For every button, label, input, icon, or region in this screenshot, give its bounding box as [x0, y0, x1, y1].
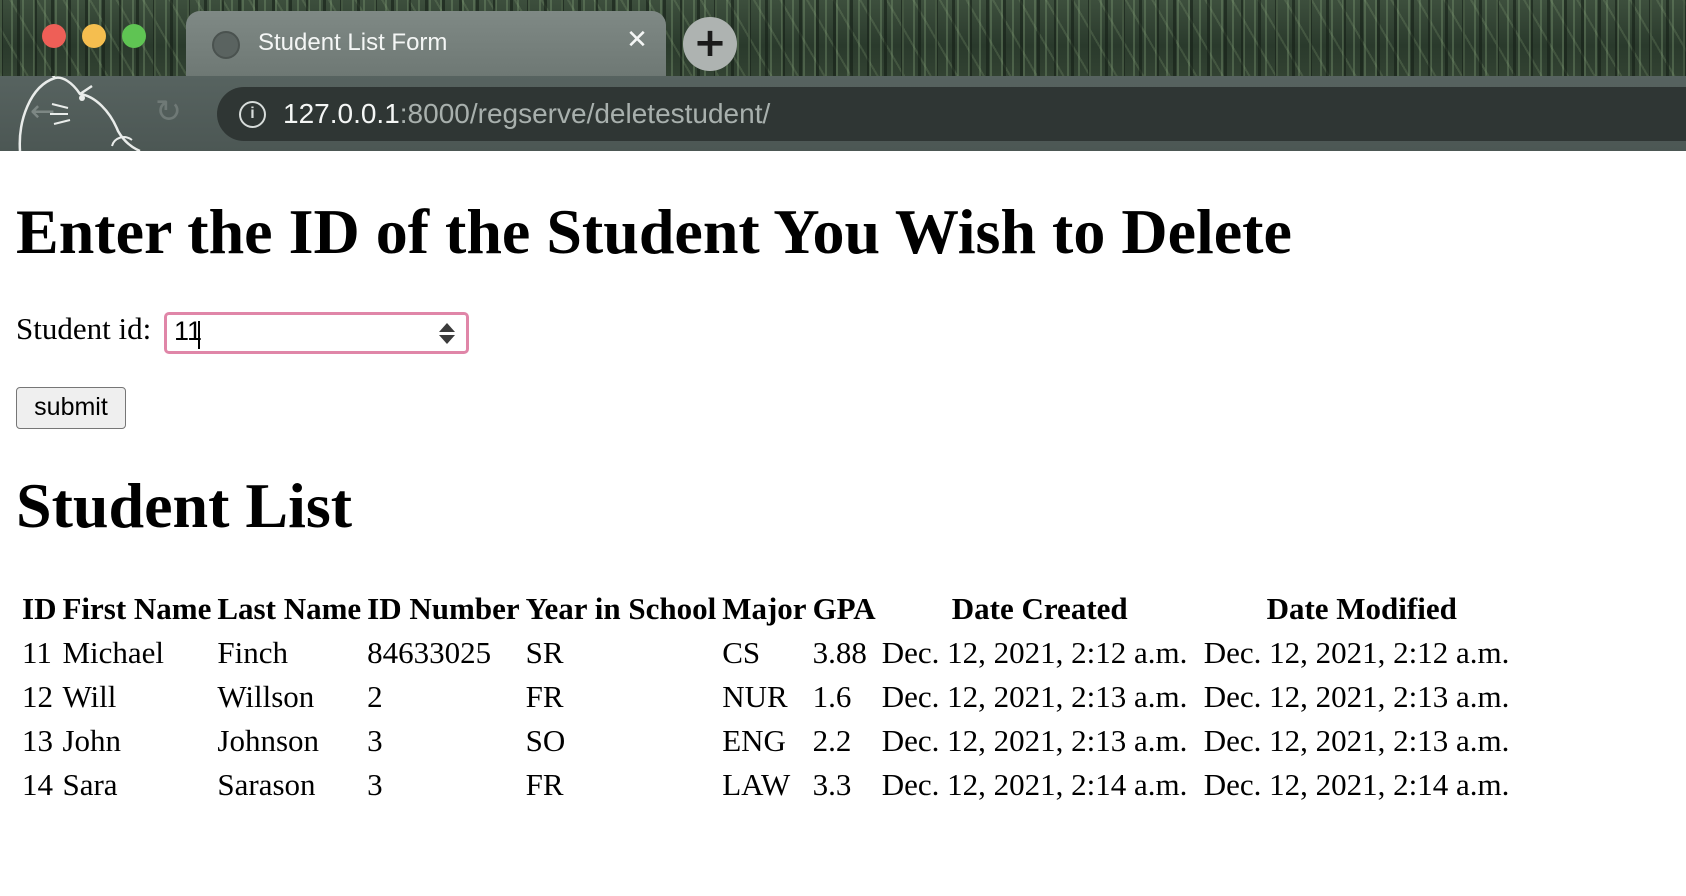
cell-first-name: Sara — [62, 767, 118, 802]
cell-id: 12 — [22, 679, 53, 714]
student-list-heading: Student List — [16, 470, 353, 541]
cell-date-created: Dec. 12, 2021, 2:13 a.m. — [881, 723, 1188, 758]
student-id-label: Student id: — [16, 311, 152, 346]
cell-gpa: 1.6 — [812, 679, 852, 714]
maximize-window-button[interactable] — [122, 24, 146, 48]
browser-toolbar: ← ↻ i 127.0.0.1:8000/regserve/deletestud… — [0, 76, 1686, 151]
cell-date-created: Dec. 12, 2021, 2:13 a.m. — [881, 679, 1188, 714]
cell-gpa: 3.88 — [812, 635, 867, 670]
spin-up-icon[interactable] — [439, 323, 455, 332]
column-header-last-name: Last Name — [217, 591, 362, 626]
url-path: :8000/regserve/deletestudent/ — [399, 98, 771, 129]
cell-last-name: Finch — [217, 635, 288, 670]
cell-id-number: 3 — [367, 723, 383, 758]
cell-first-name: Will — [62, 679, 117, 714]
number-spinner[interactable] — [435, 321, 459, 347]
cell-major: LAW — [722, 767, 791, 802]
table-row: 11 Michael Finch 84633025 SR CS 3.88 Dec… — [22, 632, 1520, 674]
cell-last-name: Willson — [217, 679, 315, 714]
cell-date-modified: Dec. 12, 2021, 2:13 a.m. — [1203, 679, 1510, 714]
cell-year: FR — [525, 767, 564, 802]
back-arrow-icon[interactable]: ← — [30, 94, 55, 129]
column-header-year: Year in School — [525, 591, 717, 626]
tab-title: Student List Form — [258, 29, 448, 56]
tab-strip: Student List Form ✕ + — [0, 0, 1686, 77]
cell-year: FR — [525, 679, 564, 714]
cell-date-modified: Dec. 12, 2021, 2:14 a.m. — [1203, 767, 1510, 802]
column-header-gpa: GPA — [812, 591, 876, 626]
url-text[interactable]: 127.0.0.1:8000/regserve/deletestudent/ — [283, 98, 770, 130]
cell-year: SR — [525, 635, 564, 670]
cell-id: 14 — [22, 767, 53, 802]
close-window-button[interactable] — [42, 24, 66, 48]
new-tab-button[interactable]: + — [683, 17, 737, 71]
cell-id-number: 2 — [367, 679, 383, 714]
column-header-date-created: Date Created — [951, 591, 1128, 626]
cell-date-created: Dec. 12, 2021, 2:14 a.m. — [881, 767, 1188, 802]
close-icon[interactable]: ✕ — [622, 25, 652, 55]
cell-date-modified: Dec. 12, 2021, 2:12 a.m. — [1203, 635, 1510, 670]
submit-button[interactable]: submit — [16, 387, 126, 429]
address-bar[interactable]: i 127.0.0.1:8000/regserve/deletestudent/ — [217, 87, 1686, 141]
cell-gpa: 3.3 — [812, 767, 852, 802]
cell-date-created: Dec. 12, 2021, 2:12 a.m. — [881, 635, 1188, 670]
spin-down-icon[interactable] — [439, 335, 455, 344]
minimize-window-button[interactable] — [82, 24, 106, 48]
student-table: ID First Name Last Name ID Number Year i… — [16, 586, 1526, 808]
table-header-row: ID First Name Last Name ID Number Year i… — [22, 588, 1520, 630]
cell-year: SO — [525, 723, 566, 758]
cell-major: ENG — [722, 723, 786, 758]
cell-major: NUR — [722, 679, 788, 714]
cell-id: 13 — [22, 723, 53, 758]
cell-last-name: Sarason — [217, 767, 316, 802]
cell-major: CS — [722, 635, 761, 670]
table-row: 13 John Johnson 3 SO ENG 2.2 Dec. 12, 20… — [22, 720, 1520, 762]
globe-icon — [212, 31, 240, 59]
cell-date-modified: Dec. 12, 2021, 2:13 a.m. — [1203, 723, 1510, 758]
reload-icon[interactable]: ↻ — [155, 92, 182, 130]
table-row: 14 Sara Sarason 3 FR LAW 3.3 Dec. 12, 20… — [22, 764, 1520, 806]
active-tab[interactable]: Student List Form ✕ — [186, 11, 666, 77]
page-content: Enter the ID of the Student You Wish to … — [0, 151, 1686, 896]
column-header-date-modified: Date Modified — [1266, 591, 1457, 626]
table-row: 12 Will Willson 2 FR NUR 1.6 Dec. 12, 20… — [22, 676, 1520, 718]
column-header-id-number: ID Number — [367, 591, 520, 626]
cell-first-name: Michael — [62, 635, 165, 670]
student-id-input[interactable]: 11 — [164, 312, 469, 354]
text-caret — [198, 321, 200, 349]
cell-gpa: 2.2 — [812, 723, 852, 758]
cell-id-number: 3 — [367, 767, 383, 802]
url-host: 127.0.0.1 — [283, 98, 400, 129]
cell-first-name: John — [62, 723, 122, 758]
column-header-id: ID — [22, 591, 57, 626]
info-icon[interactable]: i — [239, 101, 266, 128]
cell-id-number: 84633025 — [367, 635, 492, 670]
page-title: Enter the ID of the Student You Wish to … — [16, 196, 1292, 267]
cell-last-name: Johnson — [217, 723, 320, 758]
mascot-icon — [18, 76, 141, 151]
column-header-major: Major — [722, 591, 807, 626]
column-header-first-name: First Name — [62, 591, 212, 626]
cell-id: 11 — [22, 635, 52, 670]
